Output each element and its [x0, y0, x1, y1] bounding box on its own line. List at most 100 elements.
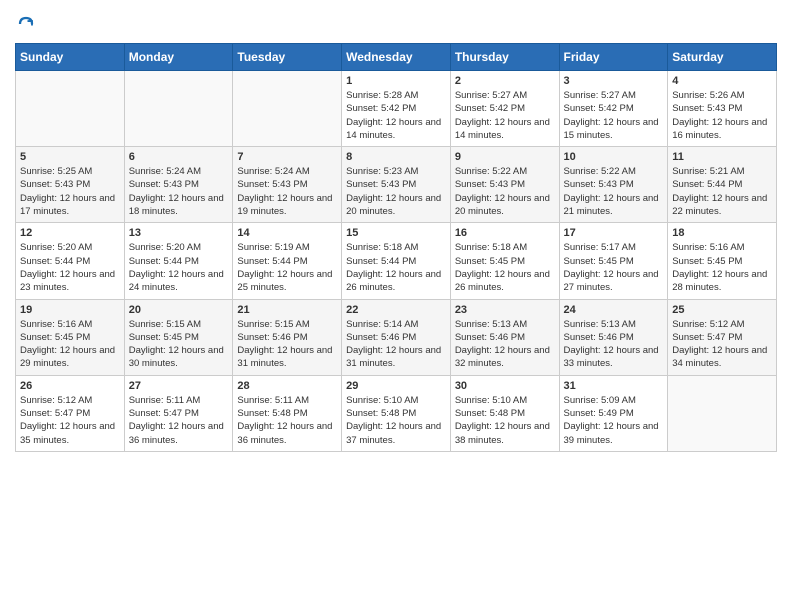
calendar-cell: 25 Sunrise: 5:12 AM Sunset: 5:47 PM Dayli…	[668, 299, 777, 375]
weekday-header: Monday	[124, 44, 233, 71]
day-number: 26	[20, 380, 120, 392]
day-number: 28	[237, 380, 337, 392]
weekday-header: Friday	[559, 44, 668, 71]
day-number: 13	[129, 227, 229, 239]
day-number: 30	[455, 380, 555, 392]
day-info: Sunrise: 5:19 AM Sunset: 5:44 PM Dayligh…	[237, 241, 337, 294]
day-info: Sunrise: 5:27 AM Sunset: 5:42 PM Dayligh…	[564, 89, 664, 142]
calendar-table: SundayMondayTuesdayWednesdayThursdayFrid…	[15, 43, 777, 452]
day-info: Sunrise: 5:25 AM Sunset: 5:43 PM Dayligh…	[20, 165, 120, 218]
calendar-cell: 28Sunrise: 5:11 AM Sunset: 5:48 PM Dayli…	[233, 375, 342, 451]
day-number: 12	[20, 227, 120, 239]
calendar-week-row: 19 Sunrise: 5:16 AM Sunset: 5:45 PM Dayli…	[16, 299, 777, 375]
day-number: 10	[564, 151, 664, 163]
calendar-cell: 3Sunrise: 5:27 AM Sunset: 5:42 PM Daylig…	[559, 71, 668, 147]
day-number: 6	[129, 151, 229, 163]
calendar-cell: 9 Sunrise: 5:22 AM Sunset: 5:43 PM Daylig…	[450, 147, 559, 223]
day-number: 9	[455, 151, 555, 163]
day-info: Sunrise: 5:22 AM Sunset: 5:43 PM Dayligh…	[564, 165, 664, 218]
day-info: Sunrise: 5:24 AM Sunset: 5:43 PM Dayligh…	[129, 165, 229, 218]
calendar-cell	[16, 71, 125, 147]
day-number: 5	[20, 151, 120, 163]
weekday-header: Tuesday	[233, 44, 342, 71]
calendar-cell: 23Sunrise: 5:13 AM Sunset: 5:46 PM Dayli…	[450, 299, 559, 375]
day-number: 20	[129, 304, 229, 316]
calendar-cell: 13 Sunrise: 5:20 AM Sunset: 5:44 PM Dayli…	[124, 223, 233, 299]
calendar-cell: 24 Sunrise: 5:13 AM Sunset: 5:46 PM Dayli…	[559, 299, 668, 375]
logo-icon	[17, 15, 35, 33]
day-info: Sunrise: 5:21 AM Sunset: 5:44 PM Dayligh…	[672, 165, 772, 218]
day-number: 11	[672, 151, 772, 163]
day-number: 24	[564, 304, 664, 316]
day-number: 15	[346, 227, 446, 239]
day-info: Sunrise: 5:15 AM Sunset: 5:46 PM Dayligh…	[237, 318, 337, 371]
day-number: 2	[455, 75, 555, 87]
calendar-cell	[233, 71, 342, 147]
day-info: Sunrise: 5:12 AM Sunset: 5:47 PM Dayligh…	[672, 318, 772, 371]
calendar-cell: 29 Sunrise: 5:10 AM Sunset: 5:48 PM Dayli…	[342, 375, 451, 451]
day-number: 16	[455, 227, 555, 239]
day-number: 29	[346, 380, 446, 392]
day-info: Sunrise: 5:18 AM Sunset: 5:45 PM Dayligh…	[455, 241, 555, 294]
calendar-cell: 10 Sunrise: 5:22 AM Sunset: 5:43 PM Dayli…	[559, 147, 668, 223]
day-number: 4	[672, 75, 772, 87]
day-info: Sunrise: 5:09 AM Sunset: 5:49 PM Dayligh…	[564, 394, 664, 447]
day-info: Sunrise: 5:28 AM Sunset: 5:42 PM Dayligh…	[346, 89, 446, 142]
day-info: Sunrise: 5:15 AM Sunset: 5:45 PM Dayligh…	[129, 318, 229, 371]
weekday-header: Thursday	[450, 44, 559, 71]
calendar-cell: 30 Sunrise: 5:10 AM Sunset: 5:48 PM Dayli…	[450, 375, 559, 451]
calendar-header: SundayMondayTuesdayWednesdayThursdayFrid…	[16, 44, 777, 71]
calendar-cell	[668, 375, 777, 451]
calendar-week-row: 5 Sunrise: 5:25 AM Sunset: 5:43 PM Daylig…	[16, 147, 777, 223]
day-number: 22	[346, 304, 446, 316]
day-number: 27	[129, 380, 229, 392]
calendar-cell: 7Sunrise: 5:24 AM Sunset: 5:43 PM Daylig…	[233, 147, 342, 223]
day-number: 31	[564, 380, 664, 392]
day-info: Sunrise: 5:20 AM Sunset: 5:44 PM Dayligh…	[20, 241, 120, 294]
day-number: 14	[237, 227, 337, 239]
page-header	[15, 15, 777, 33]
weekday-row: SundayMondayTuesdayWednesdayThursdayFrid…	[16, 44, 777, 71]
day-info: Sunrise: 5:23 AM Sunset: 5:43 PM Dayligh…	[346, 165, 446, 218]
day-info: Sunrise: 5:13 AM Sunset: 5:46 PM Dayligh…	[455, 318, 555, 371]
calendar-cell: 21 Sunrise: 5:15 AM Sunset: 5:46 PM Dayli…	[233, 299, 342, 375]
calendar-cell: 17Sunrise: 5:17 AM Sunset: 5:45 PM Dayli…	[559, 223, 668, 299]
day-info: Sunrise: 5:16 AM Sunset: 5:45 PM Dayligh…	[20, 318, 120, 371]
day-info: Sunrise: 5:14 AM Sunset: 5:46 PM Dayligh…	[346, 318, 446, 371]
day-info: Sunrise: 5:24 AM Sunset: 5:43 PM Dayligh…	[237, 165, 337, 218]
logo	[15, 15, 39, 33]
calendar-cell: 6 Sunrise: 5:24 AM Sunset: 5:43 PM Daylig…	[124, 147, 233, 223]
calendar-week-row: 12 Sunrise: 5:20 AM Sunset: 5:44 PM Dayli…	[16, 223, 777, 299]
calendar-cell: 4Sunrise: 5:26 AM Sunset: 5:43 PM Daylig…	[668, 71, 777, 147]
day-info: Sunrise: 5:10 AM Sunset: 5:48 PM Dayligh…	[455, 394, 555, 447]
weekday-header: Wednesday	[342, 44, 451, 71]
day-info: Sunrise: 5:16 AM Sunset: 5:45 PM Dayligh…	[672, 241, 772, 294]
calendar-cell: 14 Sunrise: 5:19 AM Sunset: 5:44 PM Dayli…	[233, 223, 342, 299]
day-number: 1	[346, 75, 446, 87]
calendar-cell: 12 Sunrise: 5:20 AM Sunset: 5:44 PM Dayli…	[16, 223, 125, 299]
calendar-cell: 1 Sunrise: 5:28 AM Sunset: 5:42 PM Daylig…	[342, 71, 451, 147]
day-info: Sunrise: 5:12 AM Sunset: 5:47 PM Dayligh…	[20, 394, 120, 447]
day-info: Sunrise: 5:13 AM Sunset: 5:46 PM Dayligh…	[564, 318, 664, 371]
day-info: Sunrise: 5:22 AM Sunset: 5:43 PM Dayligh…	[455, 165, 555, 218]
calendar-cell: 15 Sunrise: 5:18 AM Sunset: 5:44 PM Dayli…	[342, 223, 451, 299]
calendar-cell: 2 Sunrise: 5:27 AM Sunset: 5:42 PM Daylig…	[450, 71, 559, 147]
day-info: Sunrise: 5:10 AM Sunset: 5:48 PM Dayligh…	[346, 394, 446, 447]
day-number: 18	[672, 227, 772, 239]
day-number: 21	[237, 304, 337, 316]
day-number: 8	[346, 151, 446, 163]
calendar-cell: 16 Sunrise: 5:18 AM Sunset: 5:45 PM Dayli…	[450, 223, 559, 299]
weekday-header: Saturday	[668, 44, 777, 71]
weekday-header: Sunday	[16, 44, 125, 71]
calendar-cell: 11 Sunrise: 5:21 AM Sunset: 5:44 PM Dayli…	[668, 147, 777, 223]
day-number: 25	[672, 304, 772, 316]
calendar-week-row: 1 Sunrise: 5:28 AM Sunset: 5:42 PM Daylig…	[16, 71, 777, 147]
day-info: Sunrise: 5:20 AM Sunset: 5:44 PM Dayligh…	[129, 241, 229, 294]
day-number: 19	[20, 304, 120, 316]
calendar-cell: 31 Sunrise: 5:09 AM Sunset: 5:49 PM Dayli…	[559, 375, 668, 451]
calendar-week-row: 26 Sunrise: 5:12 AM Sunset: 5:47 PM Dayli…	[16, 375, 777, 451]
day-info: Sunrise: 5:18 AM Sunset: 5:44 PM Dayligh…	[346, 241, 446, 294]
calendar-cell: 26 Sunrise: 5:12 AM Sunset: 5:47 PM Dayli…	[16, 375, 125, 451]
day-info: Sunrise: 5:27 AM Sunset: 5:42 PM Dayligh…	[455, 89, 555, 142]
calendar-cell: 19 Sunrise: 5:16 AM Sunset: 5:45 PM Dayli…	[16, 299, 125, 375]
